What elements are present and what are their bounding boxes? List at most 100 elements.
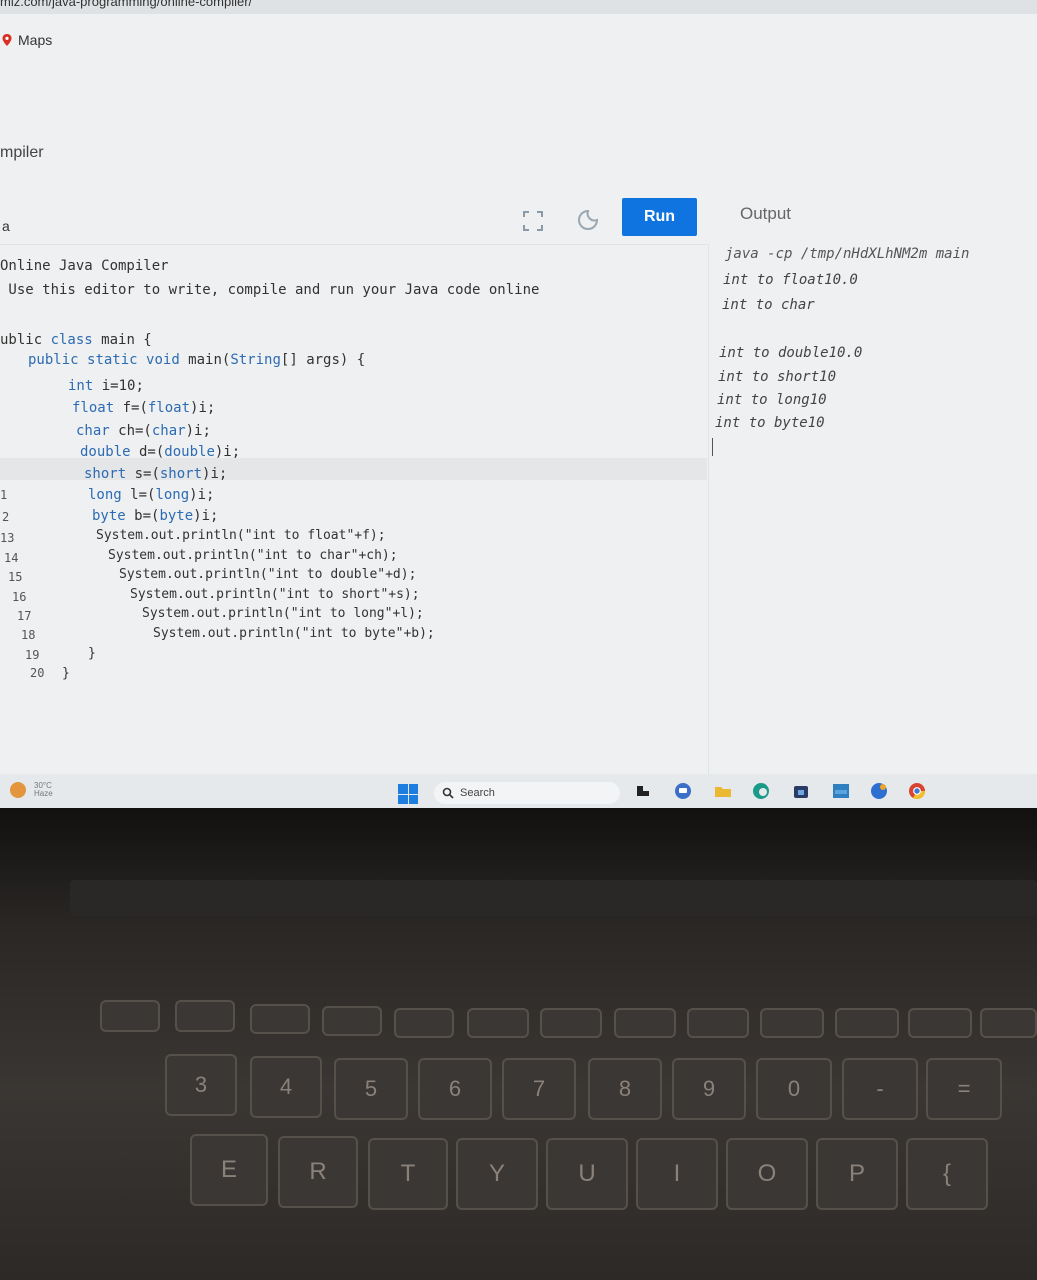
keyboard-key: R (278, 1136, 358, 1208)
windows-start-icon[interactable] (398, 784, 418, 804)
weather-desc: Haze (34, 789, 53, 798)
code-line: int i=10; (68, 378, 144, 394)
code-line: byte b=(byte)i; (92, 508, 219, 524)
bookmark-maps-label: Maps (18, 32, 53, 48)
keyboard-key: 6 (418, 1058, 492, 1120)
code-line: short s=(short)i; (84, 466, 228, 482)
code-line: Online Java Compiler (0, 258, 169, 274)
browser-screen: miz.com/java-programming/online-compiler… (0, 0, 1037, 808)
line-number: 17 (17, 609, 32, 623)
keyboard-key (980, 1008, 1037, 1038)
keyboard-key (394, 1008, 454, 1038)
code-line: System.out.println("int to byte"+b); (153, 626, 435, 641)
code-line: System.out.println("int to float"+f); (96, 528, 386, 543)
keyboard-key (100, 1000, 160, 1032)
keyboard-key: 4 (250, 1056, 322, 1118)
keyboard-key (835, 1008, 899, 1038)
keyboard-key: O (726, 1138, 808, 1210)
folder-icon[interactable] (714, 782, 732, 800)
file-explorer-app-icon[interactable] (634, 782, 652, 800)
code-line: System.out.println("int to long"+l); (142, 606, 424, 621)
editor-toolbar: a (0, 192, 707, 245)
keyboard-key: = (926, 1058, 1002, 1120)
app-icon[interactable] (832, 782, 850, 800)
keyboard-key (908, 1008, 972, 1038)
page-title: mpiler (0, 144, 44, 161)
keyboard-key (467, 1008, 529, 1038)
laptop-hinge (70, 880, 1037, 916)
code-editor[interactable]: Online Java Compiler Use this editor to … (0, 252, 707, 772)
keyboard-key (250, 1004, 310, 1034)
sun-icon (10, 782, 26, 798)
line-number: 1 (0, 488, 8, 502)
keyboard-key: 7 (502, 1058, 576, 1120)
map-pin-icon (2, 34, 12, 46)
line-number: 13 (0, 531, 15, 545)
output-label: Output (740, 204, 792, 223)
code-line: Use this editor to write, compile and ru… (0, 282, 540, 298)
store-app-icon[interactable] (792, 782, 810, 800)
code-line: long l=(long)i; (88, 487, 215, 503)
line-number: 2 (2, 510, 10, 524)
search-label: Search (460, 787, 495, 799)
line-number: 16 (12, 590, 27, 604)
line-number: 18 (21, 628, 36, 642)
keyboard-key: 3 (165, 1054, 237, 1116)
code-line: float f=(float)i; (72, 400, 216, 416)
output-line: int to byte10 (715, 415, 825, 431)
keyboard-key: P (816, 1138, 898, 1210)
keyboard-key: T (368, 1138, 448, 1210)
output-panel: java -cp /tmp/nHdXLhNM2m main int to flo… (708, 244, 1037, 774)
output-line: int to float10.0 (723, 272, 858, 288)
weather-text: 30°C Haze (34, 782, 53, 798)
output-line: java -cp /tmp/nHdXLhNM2m main (725, 246, 970, 262)
code-line: double d=(double)i; (80, 444, 241, 460)
edge-browser-icon[interactable] (752, 782, 770, 800)
taskbar: 30°C Haze Search (0, 774, 1037, 808)
keyboard-key: - (842, 1058, 918, 1120)
code-line: public static void main(String[] args) { (28, 352, 366, 368)
keyboard-key (175, 1000, 235, 1032)
text-cursor (712, 438, 713, 456)
code-line: ublic class main { (0, 332, 152, 348)
output-line: int to short10 (718, 369, 837, 385)
url-text[interactable]: miz.com/java-programming/online-compiler… (0, 0, 252, 9)
code-line: System.out.println("int to char"+ch); (108, 548, 398, 563)
fullscreen-icon[interactable] (518, 206, 548, 236)
address-bar[interactable]: miz.com/java-programming/online-compiler… (0, 0, 1037, 14)
chat-app-icon[interactable] (674, 782, 692, 800)
keyboard-key: { (906, 1138, 988, 1210)
keyboard-key: I (636, 1138, 718, 1210)
code-line: } (88, 646, 96, 661)
run-button[interactable]: Run (622, 198, 697, 236)
line-number: 19 (25, 648, 40, 662)
keyboard-key: Y (456, 1138, 538, 1210)
chrome-browser-icon[interactable] (908, 782, 926, 800)
taskbar-search[interactable]: Search (434, 782, 620, 804)
keyboard-key: 8 (588, 1058, 662, 1120)
keyboard-key (614, 1008, 676, 1038)
output-line: int to double10.0 (719, 345, 863, 361)
theme-toggle-icon[interactable] (574, 206, 602, 234)
file-tab[interactable]: a (2, 218, 10, 234)
keyboard-key: 9 (672, 1058, 746, 1120)
keyboard-key (760, 1008, 824, 1038)
code-line: char ch=(char)i; (76, 423, 211, 439)
app-icon[interactable] (870, 782, 888, 800)
line-number: 15 (8, 570, 23, 584)
output-line: int to long10 (717, 392, 827, 408)
keyboard-key: U (546, 1138, 628, 1210)
keyboard-key (322, 1006, 382, 1036)
keyboard-key (687, 1008, 749, 1038)
search-icon (442, 787, 454, 799)
output-line: int to char (722, 297, 815, 313)
keyboard-key: E (190, 1134, 268, 1206)
keyboard-key: 0 (756, 1058, 832, 1120)
weather-widget[interactable]: 30°C Haze (10, 782, 53, 798)
code-line: System.out.println("int to short"+s); (130, 587, 420, 602)
keyboard-key (540, 1008, 602, 1038)
bookmark-maps[interactable]: Maps (0, 32, 52, 48)
code-line: } (62, 666, 70, 681)
keyboard-key: 5 (334, 1058, 408, 1120)
line-number: 20 (30, 666, 45, 680)
